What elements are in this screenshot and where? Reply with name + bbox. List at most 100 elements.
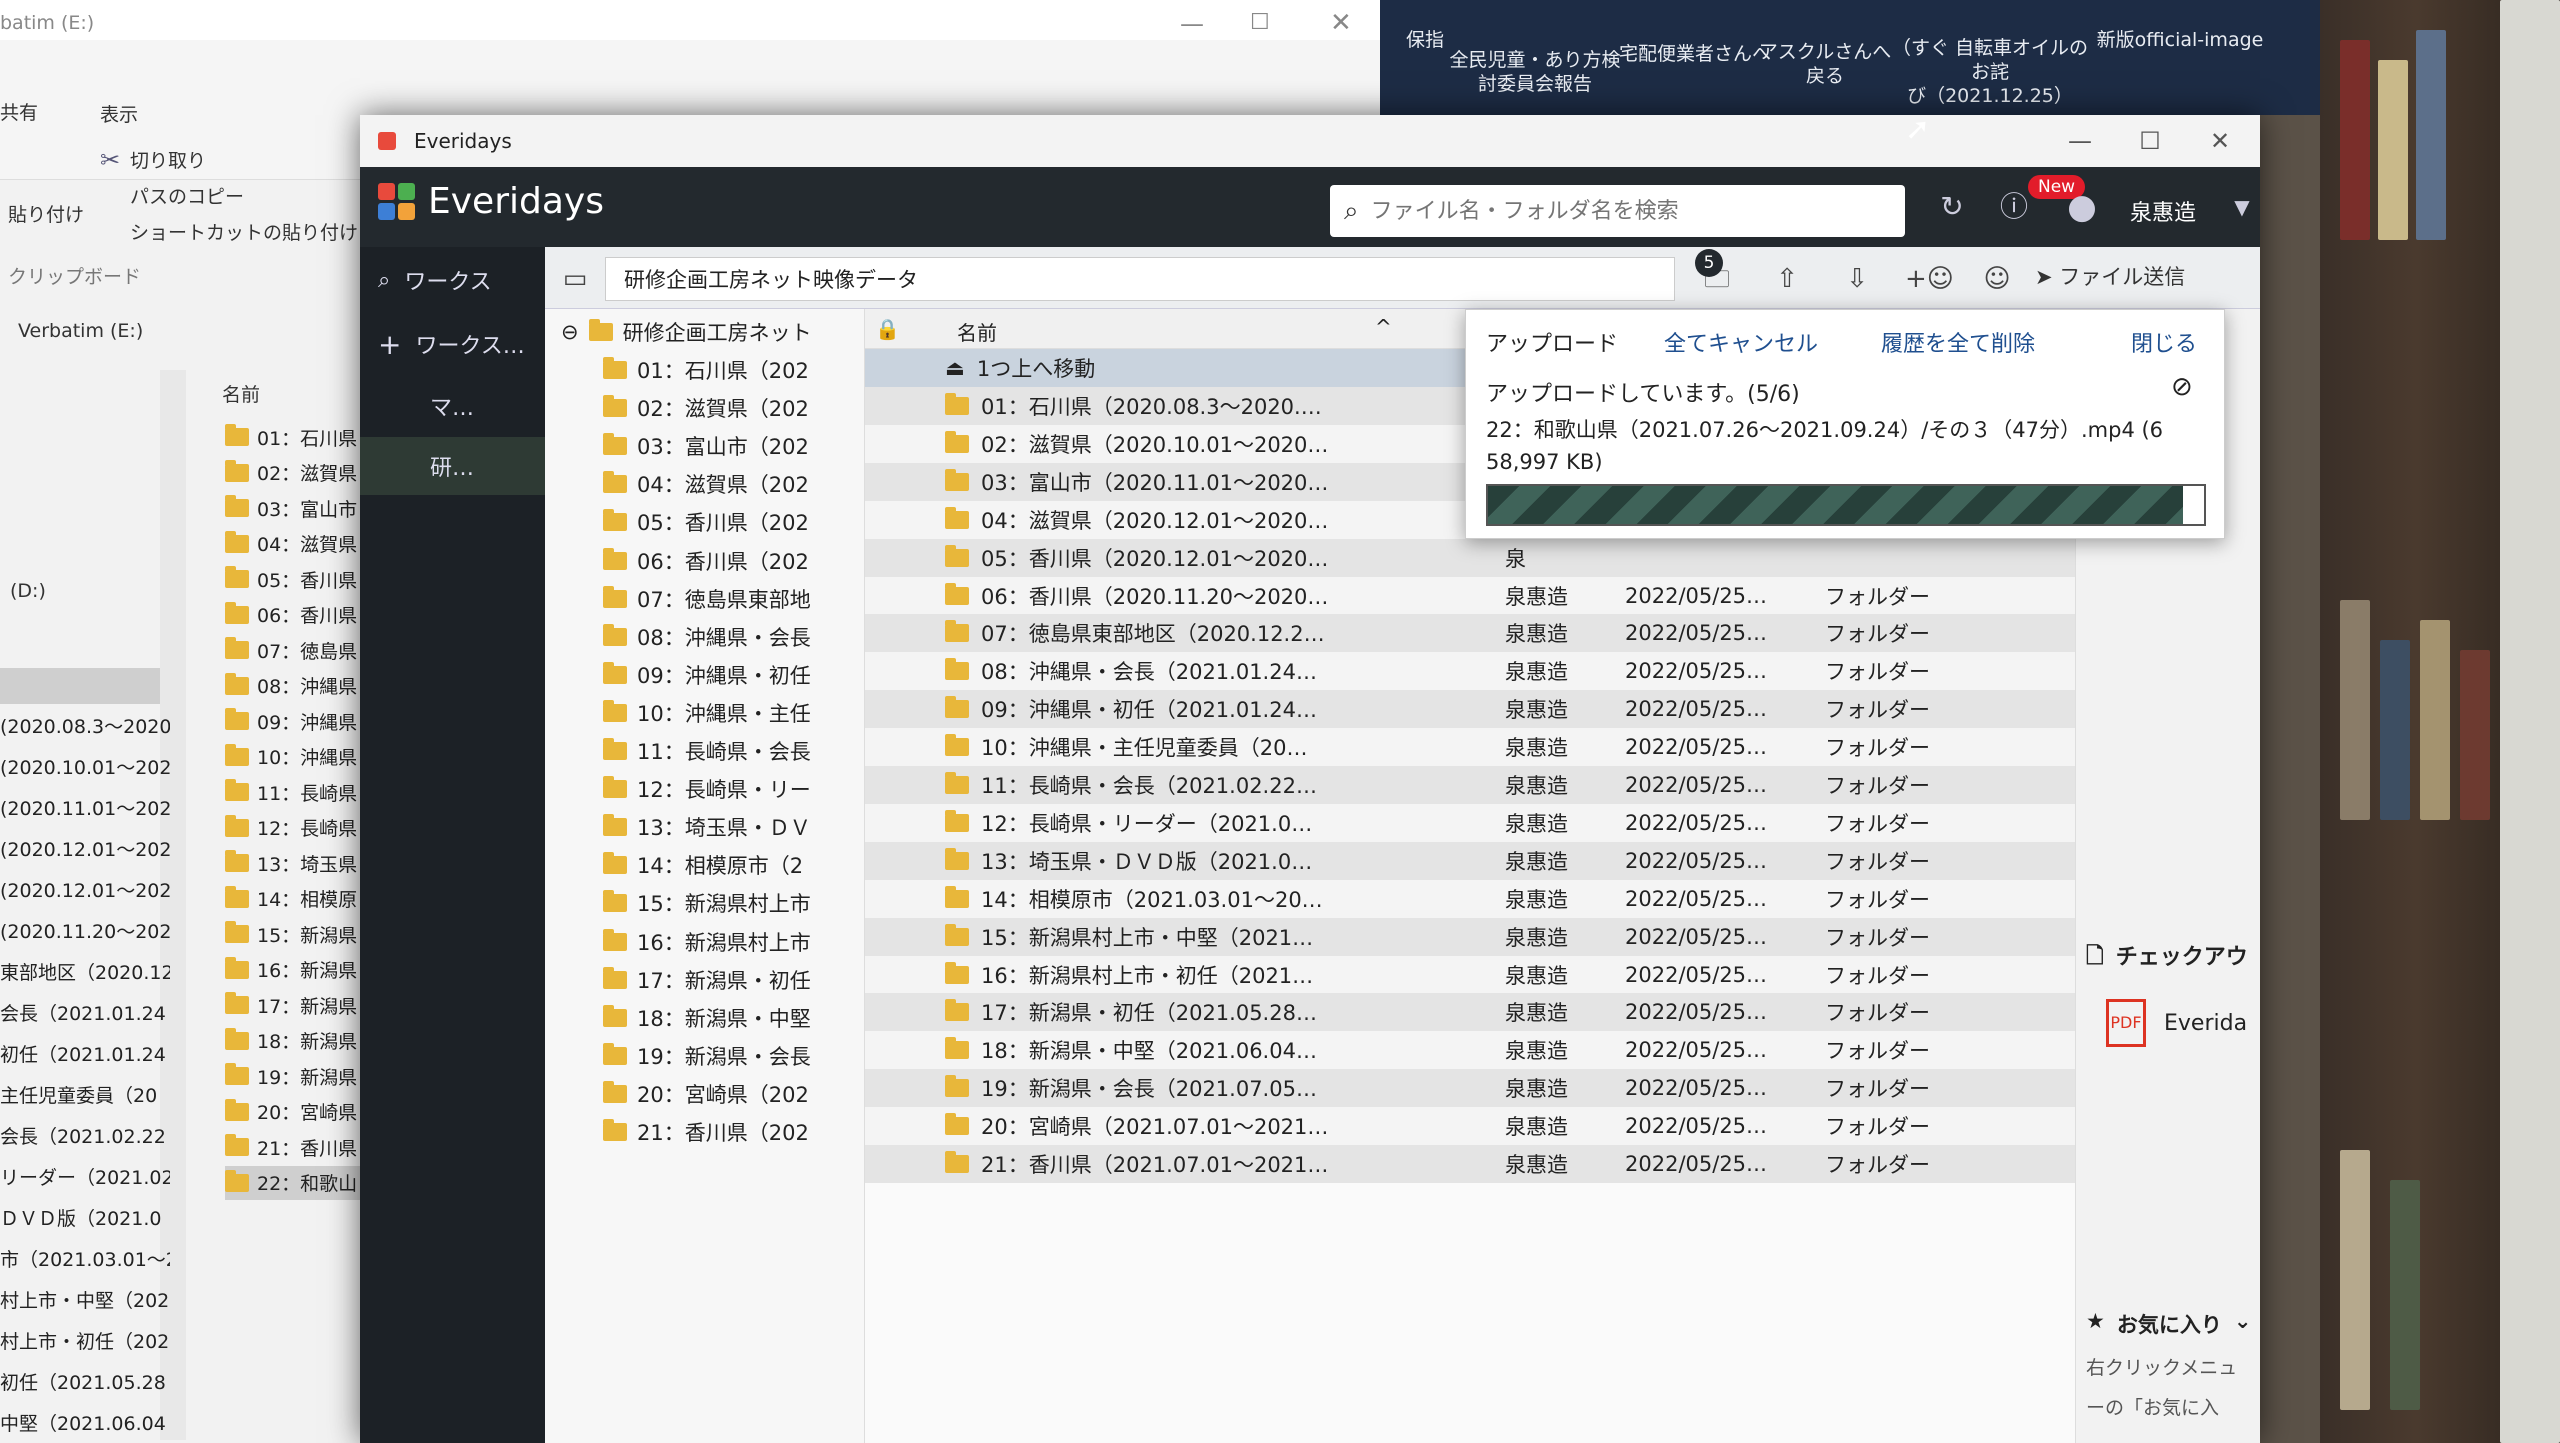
table-row[interactable]: 12：長崎県・リーダー（2021.0… 泉惠造 2022/05/25… フォルダー (865, 803, 2075, 842)
user-avatar-icon[interactable]: ● (2060, 185, 2104, 229)
sort-asc-icon[interactable]: ^ (1375, 315, 1392, 339)
tree-item[interactable]: 12：長崎県・リー (545, 770, 865, 808)
cancel-upload-icon[interactable]: ⊘ (2171, 372, 2193, 402)
tree-item[interactable]: 16：新潟県村上市 (545, 923, 865, 961)
table-row[interactable]: 16：新潟県村上市・初任（2021… 泉惠造 2022/05/25… フォルダー (865, 955, 2075, 994)
folder-icon (945, 772, 969, 794)
folder-icon (225, 992, 249, 1014)
clear-history-button[interactable]: 履歴を全て削除 (1881, 326, 2035, 358)
table-row[interactable]: 14：相模原市（2021.03.01～20… 泉惠造 2022/05/25… フォルダ… (865, 879, 2075, 918)
desktop-icon-3[interactable]: アスクルさんへ 戻る (1750, 40, 1900, 88)
maximize-button[interactable]: ☐ (2110, 115, 2190, 167)
close-popup-button[interactable]: 閉じる (2131, 326, 2197, 358)
table-row[interactable]: 20：宮崎県（2021.07.01～2021… 泉惠造 2022/05/25… フォル… (865, 1107, 2075, 1146)
tree-item[interactable]: 21：香川県（202 (545, 1113, 865, 1151)
members-icon[interactable]: ☺☺ (1975, 257, 2019, 338)
column-header-name[interactable]: 名前 (957, 317, 997, 346)
checkout-file[interactable]: PDF Everida (2106, 999, 2247, 1047)
close-button[interactable]: ✕ (2180, 115, 2260, 167)
tree-item[interactable]: 15：新潟県村上市 (545, 884, 865, 922)
folder-name: 11：長崎県 (257, 782, 358, 805)
folder-icon (225, 1063, 249, 1085)
nav-drive-d[interactable]: (D:) (10, 580, 46, 602)
upload-tab[interactable]: アップロード (1486, 326, 1618, 358)
folder-icon (945, 1151, 969, 1173)
tree-root[interactable]: ⊖ 研修企画工房ネット (545, 313, 865, 351)
sidebar-search[interactable]: ⌕ ワークス (360, 251, 545, 309)
copy-path-button[interactable]: パスのコピー (130, 182, 244, 209)
paste-shortcut-button[interactable]: ショートカットの貼り付け (130, 218, 358, 245)
table-row[interactable]: 21：香川県（2021.07.01～2021… 泉惠造 2022/05/25… フォル… (865, 1145, 2075, 1183)
table-row[interactable]: 08：沖縄県・会長（2021.01.24… 泉惠造 2022/05/25… フォルダー (865, 652, 2075, 691)
tree-item[interactable]: 17：新潟県・初任 (545, 961, 865, 999)
tree-item[interactable]: 01：石川県（202 (545, 351, 865, 389)
cut-button[interactable]: 切り取り (130, 146, 206, 173)
row-name: 04：滋賀県（2020.12.01～2020… (981, 508, 1329, 533)
tree-item[interactable]: 06：香川県（202 (545, 542, 865, 580)
collapse-icon[interactable]: ⊖ (561, 320, 579, 344)
refresh-icon[interactable]: ↻ (1930, 185, 1974, 229)
add-workspace-button[interactable]: + ワークス… (360, 315, 545, 373)
tree-item[interactable]: 08：沖縄県・会長 (545, 618, 865, 656)
tree-item[interactable]: 18：新潟県・中堅 (545, 999, 865, 1037)
tree-item[interactable]: 13：埼玉県・ＤＶ (545, 808, 865, 846)
paste-button[interactable]: 貼り付け (8, 200, 84, 227)
desktop-icon-4[interactable]: （すぐ 自転車オイルのお詫 び（2021.12.25） (1890, 36, 2090, 108)
table-row[interactable]: 05：香川県（2020.12.01～2020… 泉 (865, 538, 2075, 577)
folder-icon (603, 852, 627, 875)
explorer-column-fragment: (2020.10.01～2020 (0, 756, 170, 779)
table-row[interactable]: 09：沖縄県・初任（2021.01.24… 泉惠造 2022/05/25… フォルダー (865, 690, 2075, 729)
row-name: 19：新潟県・会長（2021.07.05… (981, 1077, 1317, 1102)
path-breadcrumb[interactable]: 研修企画工房ネット映像データ (605, 257, 1675, 301)
upload-icon[interactable]: ⇧ (1765, 257, 1809, 301)
cancel-all-button[interactable]: 全てキャンセル (1664, 326, 1818, 358)
table-row[interactable]: 17：新潟県・初任（2021.05.28… 泉惠造 2022/05/25… フォルダー (865, 993, 2075, 1032)
search-input[interactable] (1370, 198, 1851, 224)
explorer-column-fragment: (2020.12.01～2020 (0, 879, 170, 902)
sidebar-item-1[interactable]: 研… (360, 437, 545, 495)
table-row[interactable]: 10：沖縄県・主任児童委員（20… 泉惠造 2022/05/25… フォルダー (865, 728, 2075, 767)
tree-item[interactable]: 09：沖縄県・初任 (545, 656, 865, 694)
row-name: 12：長崎県・リーダー（2021.0… (981, 811, 1313, 836)
tree-item-label: 05：香川県（202 (637, 511, 809, 536)
maximize-icon[interactable]: ☐ (1250, 10, 1270, 35)
sidebar-item-0[interactable]: マ… (360, 377, 545, 435)
table-row[interactable]: 07：徳島県東部地区（2020.12.2… 泉惠造 2022/05/25… フォルダー (865, 614, 2075, 653)
table-row[interactable]: 13：埼玉県・ＤＶＤ版（2021.0… 泉惠造 2022/05/25… フォルダー (865, 841, 2075, 880)
row-date: 2022/05/25… (1625, 621, 1768, 646)
tree-item[interactable]: 20：宮崎県（202 (545, 1075, 865, 1113)
app-logo[interactable]: Everidays (378, 181, 604, 222)
tree-item[interactable]: 14：相模原市（2 (545, 846, 865, 884)
tree-item[interactable]: 02：滋賀県（202 (545, 389, 865, 427)
column-header-name[interactable]: 名前 (222, 380, 260, 407)
send-file-button[interactable]: ➤ ファイル送信 (2035, 261, 2185, 291)
nav-drive-e[interactable]: Verbatim (E:) (18, 320, 143, 342)
minimize-button[interactable]: — (2040, 115, 2120, 167)
user-name[interactable]: 泉惠造 (2130, 195, 2196, 227)
row-owner: 泉惠造 (1505, 1039, 1568, 1064)
download-icon[interactable]: ⇩ (1835, 257, 1879, 301)
tree-item[interactable]: 10：沖縄県・主任 (545, 694, 865, 732)
tree-item[interactable]: 04：滋賀県（202 (545, 465, 865, 503)
tree-item[interactable]: 05：香川県（202 (545, 503, 865, 541)
search-box[interactable]: ⌕ (1330, 185, 1905, 237)
add-user-icon[interactable]: +☺ (1905, 257, 1954, 301)
tree-item[interactable]: 11：長崎県・会長 (545, 732, 865, 770)
minimize-icon[interactable]: — (1180, 10, 1204, 38)
toggle-pane-icon[interactable]: ▭ (553, 257, 597, 301)
folder-icon (945, 582, 969, 605)
tab-view[interactable]: 表示 (100, 100, 138, 127)
table-row[interactable]: 06：香川県（2020.11.20～2020… 泉惠造 2022/05/25… フォル… (865, 576, 2075, 615)
table-row[interactable]: 15：新潟県村上市・中堅（2021… 泉惠造 2022/05/25… フォルダー (865, 917, 2075, 956)
table-row[interactable]: 18：新潟県・中堅（2021.06.04… 泉惠造 2022/05/25… フォルダー (865, 1031, 2075, 1070)
close-icon[interactable]: ✕ (1330, 8, 1352, 38)
table-row[interactable]: 11：長崎県・会長（2021.02.22… 泉惠造 2022/05/25… フォルダー (865, 766, 2075, 804)
chevron-down-icon[interactable]: ▼ (2220, 185, 2264, 229)
favorites-section[interactable]: ★ お気に入り ⌄ (2086, 1309, 2251, 1339)
desktop-icon-5[interactable]: 新版official-image (2080, 28, 2280, 52)
tab-share[interactable]: 共有 (0, 98, 38, 125)
tree-item[interactable]: 07：徳島県東部地 (545, 580, 865, 618)
tree-item[interactable]: 03：富山市（202 (545, 427, 865, 465)
table-row[interactable]: 19：新潟県・会長（2021.07.05… 泉惠造 2022/05/25… フォルダー (865, 1069, 2075, 1108)
tree-item[interactable]: 19：新潟県・会長 (545, 1037, 865, 1075)
